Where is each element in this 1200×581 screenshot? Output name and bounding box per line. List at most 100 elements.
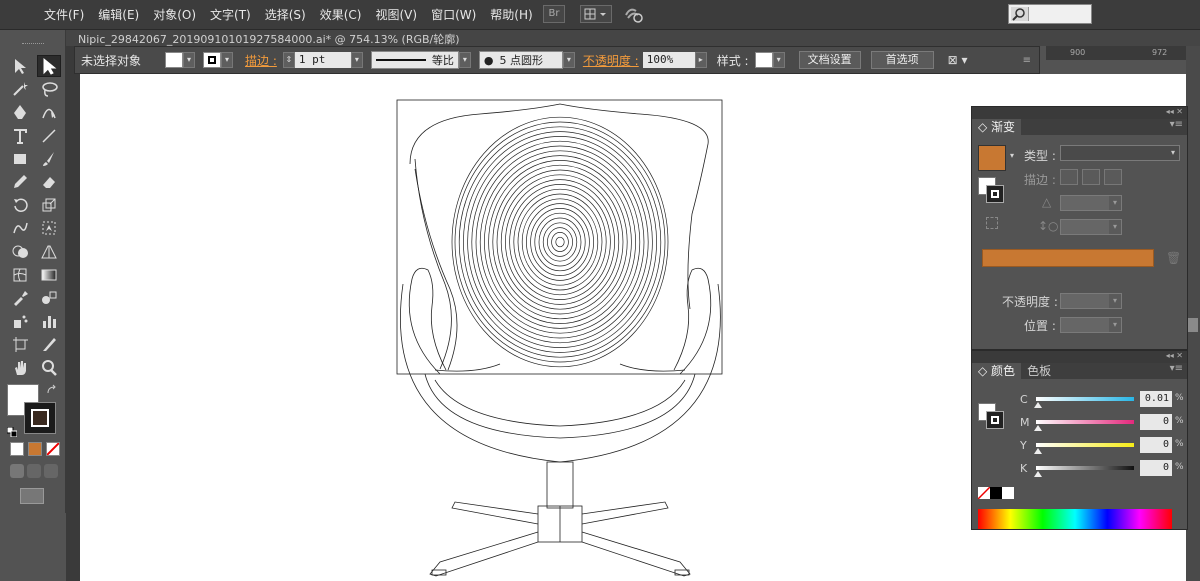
tab-color[interactable]: ◇ 颜色 [972,363,1022,379]
channel-value-field[interactable]: 0 [1140,414,1172,430]
bridge-button[interactable]: Br [543,5,565,23]
column-graph-tool[interactable] [37,310,61,332]
menu-item[interactable]: 视图(V) [375,6,417,23]
hand-tool[interactable] [8,357,32,379]
tab-swatches[interactable]: 色板 [1021,363,1057,379]
document-tab[interactable]: Nipic_29842067_20190910101927584000.ai* … [66,30,1200,46]
swap-fill-stroke-icon[interactable] [46,384,58,396]
gradient-stroke-box[interactable] [986,185,1004,203]
graphic-style-swatch[interactable] [754,52,773,68]
brush-dropdown[interactable]: ▾ [562,52,575,68]
gradient-slider-bar[interactable] [982,249,1154,267]
channel-slider[interactable] [1036,466,1134,470]
opacity-dropdown[interactable]: ▸ [694,52,707,68]
rectangle-tool[interactable] [8,148,32,170]
zoom-tool[interactable] [37,357,61,379]
stroke-label[interactable]: 描边 : [245,52,277,69]
black-swatch[interactable] [990,487,1002,499]
align-options-icon[interactable]: ⊠ ▾ [948,53,968,67]
pencil-tool[interactable] [8,171,32,193]
arrange-documents-button[interactable] [580,5,612,23]
white-swatch[interactable] [1002,487,1014,499]
gradient-preview-dropdown-icon[interactable]: ▾ [1010,151,1014,160]
eyedropper-tool[interactable] [8,287,32,309]
stroke-dropdown[interactable]: ▾ [221,52,233,68]
menu-item[interactable]: 选择(S) [265,6,306,23]
brush-definition[interactable]: ● 5 点圆形 [478,51,563,69]
channel-value-field[interactable]: 0.01 [1140,391,1172,407]
opacity-label[interactable]: 不透明度 : [583,52,639,69]
scale-tool[interactable] [37,194,61,216]
slice-tool[interactable] [37,333,61,355]
preferences-button[interactable]: 首选项 [870,51,934,69]
profile-dropdown[interactable]: ▾ [458,52,471,68]
stroke-weight-stepper[interactable]: ⇕ [282,52,295,68]
scroll-thumb[interactable] [1188,318,1198,332]
gradient-type-select[interactable]: ▾ [1060,145,1180,161]
menu-item[interactable]: 对象(O) [153,6,196,23]
stroke-weight-field[interactable]: 1 pt [294,52,351,68]
channel-slider[interactable] [1036,397,1134,401]
draw-mode-buttons[interactable] [10,464,60,478]
panel-header-bar[interactable]: ◂◂ ✕ [972,107,1187,119]
color-spectrum[interactable] [978,509,1172,529]
perspective-tool[interactable] [37,241,61,263]
collapse-icon[interactable]: ◂◂ ✕ [1166,351,1183,360]
menu-item[interactable]: 效果(C) [320,6,362,23]
curvature-tool[interactable] [37,101,61,123]
fill-swatch[interactable] [165,52,183,68]
menu-item[interactable]: 文字(T) [210,6,251,23]
gradient-aspect-field[interactable]: ▾ [1060,219,1122,235]
panel-header-bar[interactable]: ◂◂ ✕ [972,351,1187,363]
mesh-tool[interactable] [8,264,32,286]
draw-behind-icon[interactable] [27,464,41,478]
slider-thumb[interactable] [1034,402,1042,408]
tab-gradient[interactable]: ◇ 渐变 [972,119,1022,135]
screen-mode-icon[interactable] [20,488,44,504]
direct-selection-tool[interactable] [37,55,61,77]
slider-thumb[interactable] [1034,471,1042,477]
type-tool[interactable] [8,125,32,147]
stroke-gradient-along-icon[interactable] [1082,169,1100,185]
stroke-gradient-across-icon[interactable] [1104,169,1122,185]
gradient-opacity-field[interactable]: ▾ [1060,293,1122,309]
lasso-tool[interactable] [37,78,61,100]
color-mode-gradient[interactable] [28,442,42,456]
artboard-tool[interactable] [8,333,32,355]
gradient-location-field[interactable]: ▾ [1060,317,1122,333]
color-mode-none[interactable] [46,442,60,456]
fill-dropdown[interactable]: ▾ [183,52,195,68]
gradient-preview-swatch[interactable] [978,145,1006,171]
channel-slider[interactable] [1036,420,1134,424]
channel-slider[interactable] [1036,443,1134,447]
color-stroke-box[interactable] [986,411,1004,429]
channel-value-field[interactable]: 0 [1140,460,1172,476]
menu-item[interactable]: 窗口(W) [431,6,476,23]
color-mode-solid[interactable] [10,442,24,456]
gradient-angle-field[interactable]: ▾ [1060,195,1122,211]
gradient-tool[interactable] [37,264,61,286]
stroke-swatch[interactable] [203,52,221,68]
document-setup-button[interactable]: 文档设置 [798,51,861,69]
gradient-panel-menu-icon[interactable]: ▾≡ [1170,119,1187,135]
sync-settings-icon[interactable] [624,5,644,23]
style-dropdown[interactable]: ▾ [772,52,785,68]
selection-tool[interactable] [8,55,32,77]
slider-thumb[interactable] [1034,448,1042,454]
collapse-icon[interactable]: ◂◂ ✕ [1166,107,1183,116]
toolbar-grip[interactable] [22,43,44,45]
reverse-gradient-icon[interactable] [986,217,998,229]
symbol-sprayer-tool[interactable] [8,310,32,332]
menu-item[interactable]: 文件(F) [44,6,84,23]
default-colors-icon[interactable] [6,426,18,438]
variable-width-profile[interactable]: 等比 [370,51,459,69]
menu-item[interactable]: 帮助(H) [490,6,532,23]
color-panel-menu-icon[interactable]: ▾≡ [1170,363,1187,379]
draw-inside-icon[interactable] [44,464,58,478]
draw-normal-icon[interactable] [10,464,24,478]
slider-thumb[interactable] [1034,425,1042,431]
vertical-scrollbar[interactable] [1186,46,1200,581]
none-swatch[interactable] [978,487,990,499]
rotate-tool[interactable] [8,194,32,216]
line-tool[interactable] [37,125,61,147]
